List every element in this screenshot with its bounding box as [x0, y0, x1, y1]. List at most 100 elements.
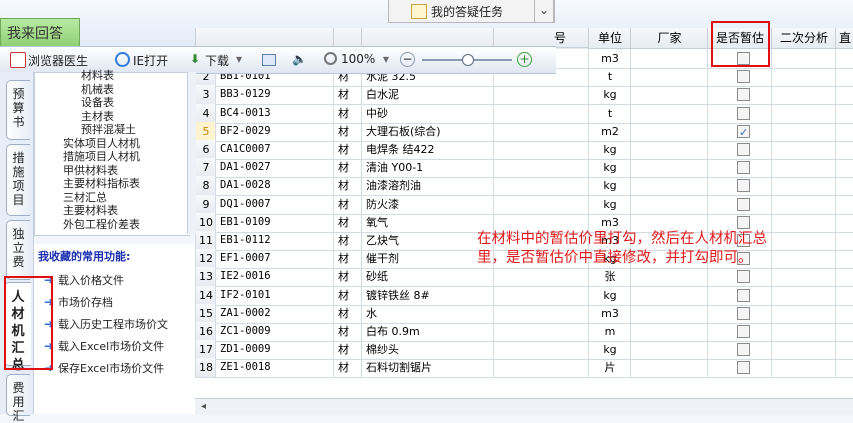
cell-est[interactable]: [707, 103, 776, 123]
cell-code[interactable]: DA1-0028: [215, 176, 338, 196]
row-number[interactable]: 14: [195, 285, 216, 305]
zoom-slider-thumb[interactable]: [462, 54, 474, 66]
cell-name[interactable]: 白布 0.9m: [361, 322, 498, 341]
window-icon[interactable]: [262, 54, 276, 66]
cell-second[interactable]: [771, 176, 840, 196]
cell-code[interactable]: ZA1-0002: [215, 303, 338, 323]
cell-unit[interactable]: kg: [588, 158, 631, 178]
cell-unit[interactable]: kg: [588, 176, 631, 196]
row-number[interactable]: 4: [195, 103, 216, 123]
est-checkbox[interactable]: [737, 197, 750, 211]
zoom-in-button[interactable]: +: [517, 52, 532, 67]
cell-est[interactable]: [707, 67, 776, 87]
cell-unit[interactable]: kg: [588, 194, 631, 214]
cell-maker[interactable]: [630, 49, 712, 68]
row-number[interactable]: 10: [195, 212, 216, 232]
row-number[interactable]: 13: [195, 267, 216, 287]
cell-last[interactable]: [835, 322, 853, 341]
cell-unit[interactable]: m3: [588, 49, 631, 68]
tree-scrollbar[interactable]: [187, 72, 196, 234]
cell-code[interactable]: BF2-0029: [215, 121, 338, 141]
cell-name[interactable]: 白水泥: [361, 85, 498, 105]
header-maker[interactable]: 厂家: [630, 28, 708, 49]
cell-est[interactable]: [707, 303, 776, 323]
cell-unit[interactable]: m3: [588, 212, 631, 232]
est-checkbox[interactable]: [737, 343, 750, 357]
favorite-item[interactable]: ➜ 载入Excel市场价文件: [44, 338, 164, 354]
row-number[interactable]: 17: [195, 340, 216, 360]
cell-unit[interactable]: kg: [588, 85, 631, 105]
cell-est[interactable]: [707, 267, 776, 287]
est-checkbox[interactable]: [737, 306, 750, 320]
cell-last[interactable]: [835, 85, 853, 105]
est-checkbox[interactable]: [737, 270, 750, 284]
table-row[interactable]: 17 ZD1-0009 材棉纱头 kg: [195, 340, 853, 361]
row-number[interactable]: 18: [195, 358, 216, 378]
cell-est[interactable]: [707, 285, 776, 305]
est-checkbox[interactable]: [737, 70, 750, 84]
cell-maker[interactable]: [630, 121, 712, 141]
cell-maker[interactable]: [630, 212, 712, 232]
cell-spec[interactable]: [493, 358, 593, 378]
cell-name[interactable]: 大理石板(综合): [361, 121, 498, 141]
table-row[interactable]: 8 DA1-0028 材油漆溶剂油 kg: [195, 176, 853, 197]
cell-maker[interactable]: [630, 103, 712, 123]
cell-last[interactable]: [835, 158, 853, 178]
cell-second[interactable]: [771, 67, 840, 87]
cell-est[interactable]: [707, 322, 776, 341]
cell-second[interactable]: [771, 212, 840, 232]
cell-code[interactable]: BB3-0129: [215, 85, 338, 105]
cell-maker[interactable]: [630, 285, 712, 305]
cell-unit[interactable]: 片: [588, 358, 631, 378]
cell-unit[interactable]: kg: [588, 340, 631, 360]
cell-unit[interactable]: m: [588, 322, 631, 341]
answer-tab[interactable]: 我来回答: [0, 18, 80, 47]
cell-spec[interactable]: [493, 176, 593, 196]
table-row[interactable]: 16 ZC1-0009 材白布 0.9m m: [195, 322, 853, 342]
cell-second[interactable]: [771, 49, 840, 68]
cell-name[interactable]: 砂纸: [361, 267, 498, 287]
table-row[interactable]: 18 ZE1-0018 材石料切割锯片片: [195, 358, 853, 379]
favorite-item[interactable]: ➜ 载入历史工程市场价文: [44, 316, 168, 332]
cell-est[interactable]: [707, 121, 776, 141]
cell-maker[interactable]: [630, 67, 712, 87]
cell-spec[interactable]: [493, 212, 593, 232]
cell-second[interactable]: [771, 358, 840, 378]
horizontal-scrollbar[interactable]: ◂: [195, 398, 853, 415]
row-number[interactable]: 6: [195, 140, 216, 159]
cell-maker[interactable]: [630, 140, 712, 159]
row-number[interactable]: 7: [195, 158, 216, 178]
cell-name[interactable]: 清油 Y00-1: [361, 158, 498, 178]
cell-last[interactable]: [835, 67, 853, 87]
cell-name[interactable]: 油漆溶剂油: [361, 176, 498, 196]
cell-code[interactable]: IE2-0016: [215, 267, 338, 287]
cell-second[interactable]: [771, 340, 840, 360]
cell-maker[interactable]: [630, 267, 712, 287]
cell-code[interactable]: ZC1-0009: [215, 322, 338, 341]
cell-last[interactable]: [835, 358, 853, 378]
cell-unit[interactable]: 张: [588, 267, 631, 287]
cell-code[interactable]: IF2-0101: [215, 285, 338, 305]
cell-spec[interactable]: [493, 121, 593, 141]
cell-unit[interactable]: m3: [588, 303, 631, 323]
cell-name[interactable]: 防火漆: [361, 194, 498, 214]
est-checkbox[interactable]: [737, 288, 750, 302]
row-number[interactable]: 3: [195, 85, 216, 105]
cell-est[interactable]: [707, 176, 776, 196]
header-unit[interactable]: 单位: [588, 28, 631, 49]
cell-code[interactable]: ZD1-0009: [215, 340, 338, 360]
cell-second[interactable]: [771, 285, 840, 305]
cell-maker[interactable]: [630, 158, 712, 178]
cell-last[interactable]: [835, 340, 853, 360]
cell-last[interactable]: [835, 121, 853, 141]
header-last[interactable]: 直: [835, 28, 853, 49]
cell-spec[interactable]: [493, 340, 593, 360]
ie-open-button[interactable]: IE打开: [133, 52, 168, 69]
cell-est[interactable]: [707, 140, 776, 159]
cell-second[interactable]: [771, 322, 840, 341]
cell-spec[interactable]: [493, 85, 593, 105]
cell-spec[interactable]: [493, 103, 593, 123]
zoom-level[interactable]: 100%: [341, 52, 375, 66]
cell-est[interactable]: [707, 358, 776, 378]
cell-last[interactable]: [835, 49, 853, 68]
